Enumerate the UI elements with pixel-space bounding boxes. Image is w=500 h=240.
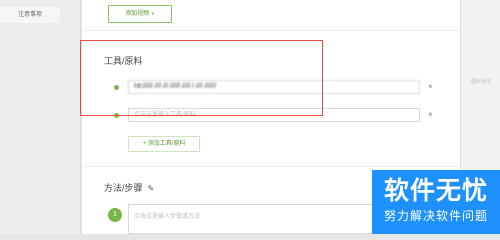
add-tool-button[interactable]: + 添加工具/原料 [128,136,200,152]
watermark-title: 软件无忧 [383,177,488,205]
add-video-button[interactable]: 添加视频 ∨ [108,5,172,23]
tool-input-2[interactable]: 点击这里输入工具/原料 [128,108,420,122]
tool-bullet-icon [114,85,119,90]
chevron-down-icon: ∨ [151,11,155,17]
section-divider [82,30,460,31]
tools-section-title: 工具/原料 [104,56,143,66]
remove-tool-1-icon[interactable]: × [428,82,433,91]
steps-title-text: 方法/步骤 [104,183,143,193]
sidebar-item-notes[interactable]: 注意事项 [0,7,60,23]
add-video-label: 添加视频 [125,11,150,17]
steps-section-title: 方法/步骤 ✎ [104,181,154,194]
section-divider [82,166,460,167]
tool-bullet-icon [114,113,119,118]
remove-tool-2-icon[interactable]: × [428,110,433,119]
watermark-subtitle: 努力解决软件问题 [383,209,488,223]
step-number-badge: 1 [108,208,122,222]
edit-pencil-icon[interactable]: ✎ [148,184,155,193]
tool-input-1[interactable]: htt://////·////·///·//////·/////·/·////·… [128,80,420,94]
left-sidebar: 注意事项 [0,0,81,234]
watermark-logo: 软件无忧 努力解决软件问题 [372,170,500,234]
right-panel-hint: 图片标注 [471,79,492,85]
